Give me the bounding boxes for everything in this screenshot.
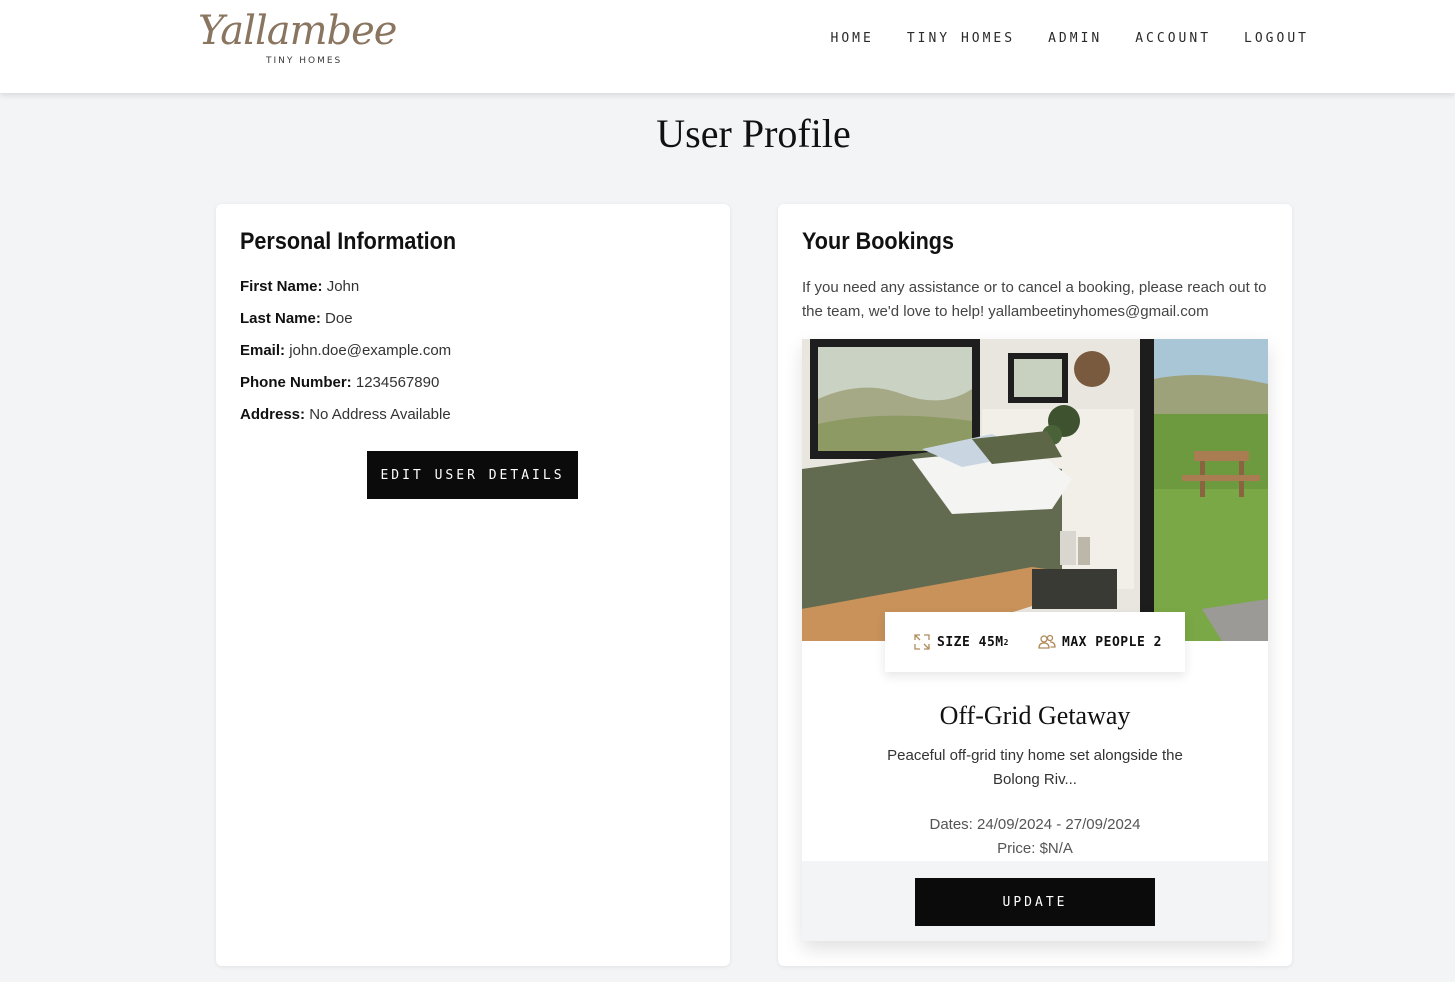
nav-account[interactable]: ACCOUNT — [1135, 31, 1211, 46]
size-superscript: 2 — [1003, 637, 1009, 647]
logo-subtitle: TINY HOMES — [266, 56, 343, 66]
site-header: Yallambee TINY HOMES HOME TINY HOMES ADM… — [0, 0, 1455, 93]
nav-admin[interactable]: ADMIN — [1048, 31, 1102, 46]
address-row: Address: No Address Available — [240, 406, 451, 423]
nav-tiny-homes[interactable]: TINY HOMES — [907, 31, 1015, 46]
address-label: Address: — [240, 406, 306, 423]
people-icon — [1038, 634, 1056, 649]
phone-value: 1234567890 — [355, 374, 440, 391]
size-label: SIZE 45M — [937, 634, 1004, 650]
phone-row: Phone Number: 1234567890 — [240, 374, 439, 391]
page-title: User Profile — [656, 111, 851, 156]
nav-home[interactable]: HOME — [831, 31, 874, 46]
email-row: Email: john.doe@example.com — [240, 342, 451, 359]
feature-bar: SIZE 45M 2 MAX PEOPLE 2 — [885, 612, 1185, 672]
expand-arrows-icon — [914, 634, 930, 650]
tiny-home-interior-image — [802, 339, 1268, 641]
email-label: Email: — [240, 342, 286, 359]
update-booking-button[interactable]: UPDATE — [915, 878, 1155, 926]
address-value: No Address Available — [309, 406, 451, 423]
nav-logout[interactable]: LOGOUT — [1244, 31, 1309, 46]
first-name-value: John — [326, 278, 360, 295]
last-name-label: Last Name: — [240, 310, 321, 327]
bookings-heading: Your Bookings — [802, 228, 955, 255]
personal-info-heading: Personal Information — [240, 228, 457, 255]
logo-script: Yallambee — [198, 8, 397, 54]
personal-info-card: Personal Information First Name: John La… — [216, 204, 730, 966]
email-value: john.doe@example.com — [289, 342, 452, 359]
booking-dates: Dates: 24/09/2024 - 27/09/2024 — [929, 816, 1141, 833]
bookings-card: Your Bookings If you need any assistance… — [778, 204, 1292, 966]
first-name-label: First Name: — [240, 278, 323, 295]
phone-label: Phone Number: — [240, 374, 352, 391]
assistance-text: If you need any assistance or to cancel … — [802, 279, 1267, 320]
booking-photo — [802, 339, 1268, 641]
main-nav: HOME TINY HOMES ADMIN ACCOUNT LOGOUT — [798, 31, 1310, 46]
people-feature: MAX PEOPLE 2 — [1038, 633, 1162, 651]
edit-user-details-button[interactable]: EDIT USER DETAILS — [367, 451, 578, 499]
booking-title[interactable]: Off-Grid Getaway — [802, 701, 1268, 731]
last-name-value: Doe — [325, 310, 353, 327]
people-label: MAX PEOPLE 2 — [1062, 634, 1162, 650]
last-name-row: Last Name: Doe — [240, 310, 353, 327]
booking-price: Price: $N/A — [997, 840, 1073, 857]
logo[interactable]: Yallambee TINY HOMES — [198, 8, 397, 72]
booking-footer: UPDATE — [802, 861, 1268, 941]
booking-description: Peaceful off-grid tiny home set alongsid… — [887, 747, 1183, 788]
booking-item: SIZE 45M 2 MAX PEOPLE 2 Off-Grid Getaway … — [802, 339, 1268, 941]
first-name-row: First Name: John — [240, 278, 359, 295]
size-feature: SIZE 45M 2 — [913, 633, 1009, 651]
